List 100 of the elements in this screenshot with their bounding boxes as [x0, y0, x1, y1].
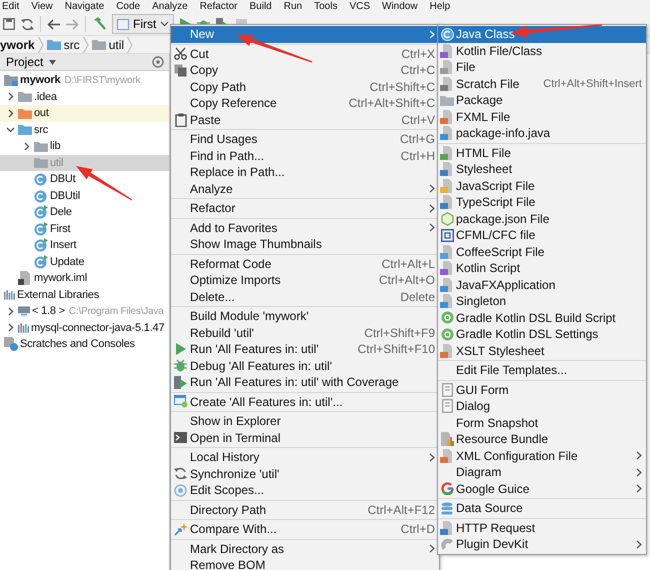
menu-item[interactable]: XSLT Stylesheet	[438, 342, 646, 359]
menu-item[interactable]: Local History	[171, 449, 439, 466]
menu-item[interactable]: CoffeeScript File	[438, 244, 646, 260]
tree-item[interactable]: Dele	[0, 204, 169, 220]
menu-item[interactable]: File	[438, 59, 646, 76]
menu-item[interactable]: package-info.java	[438, 125, 646, 142]
run-config-dropdown[interactable]: First	[112, 14, 174, 34]
menu-item[interactable]: HTTP Request	[438, 520, 646, 536]
menu-item[interactable]: TypeScript File	[438, 194, 646, 210]
tree-item[interactable]: First	[0, 220, 169, 237]
menu-bar-item[interactable]: Navigate	[64, 0, 104, 12]
menu-item[interactable]: Remove BOM	[171, 557, 439, 570]
menu-item[interactable]: package.json File	[438, 210, 646, 227]
menu-item[interactable]: Create 'All Features in: util'...	[171, 394, 439, 410]
menu-item[interactable]: CFML/CFC file	[438, 227, 646, 244]
menu-item[interactable]: JavaScript File	[438, 178, 646, 194]
menu-label: Data Source	[456, 501, 523, 516]
project-view-dropdown[interactable]: Project	[2, 55, 60, 69]
tree-item[interactable]: Insert	[0, 237, 169, 254]
menu-bar-item[interactable]: Build	[249, 0, 272, 12]
menu-bar-item[interactable]: Code	[116, 0, 140, 12]
menu-item[interactable]: Cut Ctrl+X	[171, 46, 439, 62]
menu-item[interactable]: Dialog	[438, 398, 646, 414]
menu-item[interactable]: Mark Directory as	[171, 540, 439, 557]
menu-item[interactable]: Run 'All Features in: util' with Coverage	[171, 374, 439, 390]
breadcrumb[interactable]: src	[46, 38, 80, 52]
menu-item[interactable]: Data Source	[438, 500, 646, 516]
menu-item[interactable]: FXML File	[438, 108, 646, 125]
menu-item[interactable]: Delete... Delete	[171, 288, 439, 305]
menu-item[interactable]: Scratch File Ctrl+Alt+Shift+Insert	[438, 76, 646, 92]
menu-label: Gradle Kotlin DSL Build Script	[456, 310, 616, 325]
menu-item[interactable]: Optimize Imports Ctrl+Alt+O	[171, 272, 439, 288]
menu-bar-item[interactable]: Window	[382, 0, 418, 12]
menu-item[interactable]: Diagram	[438, 464, 646, 480]
menu-bar-item[interactable]: View	[31, 0, 53, 12]
tree-label: mysql-connector-java-5.1.47	[31, 322, 164, 334]
menu-item[interactable]: Refactor	[171, 200, 439, 216]
tree-item[interactable]: DBUtil	[0, 188, 169, 204]
tree-item[interactable]: mysql-connector-java-5.1.47	[0, 320, 169, 336]
tree-item[interactable]: < 1.8 > C:\Program Files\Java	[0, 303, 169, 320]
menu-bar-item[interactable]: Edit	[2, 0, 20, 12]
menu-item[interactable]: Directory Path Ctrl+Alt+F12	[171, 502, 439, 518]
tree-item[interactable]: .idea	[0, 88, 169, 105]
tree-item[interactable]: External Libraries	[0, 286, 169, 303]
menu-item[interactable]: Synchronize 'util'	[171, 466, 439, 482]
tree-item[interactable]: src	[0, 122, 169, 138]
menu-item[interactable]: Build Module 'mywork'	[171, 308, 439, 324]
menu-item[interactable]: Stylesheet	[438, 161, 646, 178]
menu-item[interactable]: GUI Form	[438, 382, 646, 398]
menu-bar-item[interactable]: Tools	[314, 0, 338, 12]
menu-item[interactable]: Reformat Code Ctrl+Alt+L	[171, 256, 439, 272]
menu-item[interactable]: Package	[438, 92, 646, 108]
menu-item[interactable]: Open in Terminal	[171, 430, 439, 446]
tree-item[interactable]: Update	[0, 254, 169, 270]
menu-item[interactable]: Paste Ctrl+V	[171, 112, 439, 128]
menu-item[interactable]: Google Guice	[438, 480, 646, 497]
breadcrumb[interactable]: util	[92, 38, 124, 52]
menu-bar-item[interactable]: VCS	[349, 0, 370, 12]
menu-bar-item[interactable]: Refactor	[200, 0, 238, 12]
menu-item[interactable]: Edit Scopes...	[171, 482, 439, 498]
menu-item[interactable]: Compare With... Ctrl+D	[171, 521, 439, 538]
menu-item[interactable]: Copy Path Ctrl+Shift+C	[171, 78, 439, 95]
menu-item[interactable]: Copy Reference Ctrl+Alt+Shift+C	[171, 95, 439, 112]
menu-item[interactable]: JavaFXApplication	[438, 276, 646, 293]
menu-item[interactable]: Add to Favorites	[171, 220, 439, 236]
menu-item[interactable]: Edit File Templates...	[438, 362, 646, 378]
menu-bar-item[interactable]: Analyze	[152, 0, 188, 12]
menu-item[interactable]: Debug 'All Features in: util'	[171, 358, 439, 374]
menu-item[interactable]: Show in Explorer	[171, 413, 439, 430]
menu-item[interactable]: Analyze	[171, 180, 439, 197]
menu-item[interactable]: Run 'All Features in: util' Ctrl+Shift+F10	[171, 341, 439, 358]
menu-item[interactable]: Replace in Path...	[171, 164, 439, 180]
menu-item[interactable]: Find Usages Ctrl+G	[171, 131, 439, 148]
tree-item[interactable]: mywork D:\FIRST\mywork	[0, 72, 169, 88]
menu-item[interactable]: Kotlin Script	[438, 260, 646, 276]
tree-item[interactable]: Scratches and Consoles	[0, 336, 169, 352]
menu-item[interactable]: XML Configuration File	[438, 448, 646, 464]
menu-item[interactable]: Copy Ctrl+C	[171, 62, 439, 78]
menu-item[interactable]: Singleton	[438, 293, 646, 310]
menu-item[interactable]: Form Snapshot	[438, 414, 646, 431]
menu-item[interactable]: Plugin DevKit	[438, 536, 646, 552]
menu-item[interactable]: Gradle Kotlin DSL Settings	[438, 326, 646, 342]
menu-label: Delete...	[190, 290, 235, 304]
breadcrumb[interactable]: ywork	[0, 38, 35, 52]
tree-item[interactable]: mywork.iml	[0, 270, 169, 286]
menu-item[interactable]: Resource Bundle	[438, 431, 646, 448]
menu-bar-item[interactable]: Help	[430, 0, 450, 12]
tree-item[interactable]: out	[0, 105, 169, 122]
menu-item[interactable]: Java Class	[438, 26, 646, 42]
tree-item[interactable]: DBUt	[0, 171, 169, 188]
menu-item[interactable]: Show Image Thumbnails	[171, 236, 439, 252]
menu-item[interactable]: New	[171, 26, 439, 42]
tree-label: mywork.iml	[34, 272, 87, 284]
menu-item[interactable]: Rebuild 'util' Ctrl+Shift+F9	[171, 324, 439, 341]
menu-bar-item[interactable]: Run	[284, 0, 302, 12]
menu-item[interactable]: Kotlin File/Class	[438, 42, 646, 59]
tree-item[interactable]: lib	[0, 138, 169, 154]
menu-item[interactable]: Find in Path... Ctrl+H	[171, 148, 439, 164]
menu-item[interactable]: Gradle Kotlin DSL Build Script	[438, 310, 646, 326]
menu-item[interactable]: HTML File	[438, 144, 646, 161]
